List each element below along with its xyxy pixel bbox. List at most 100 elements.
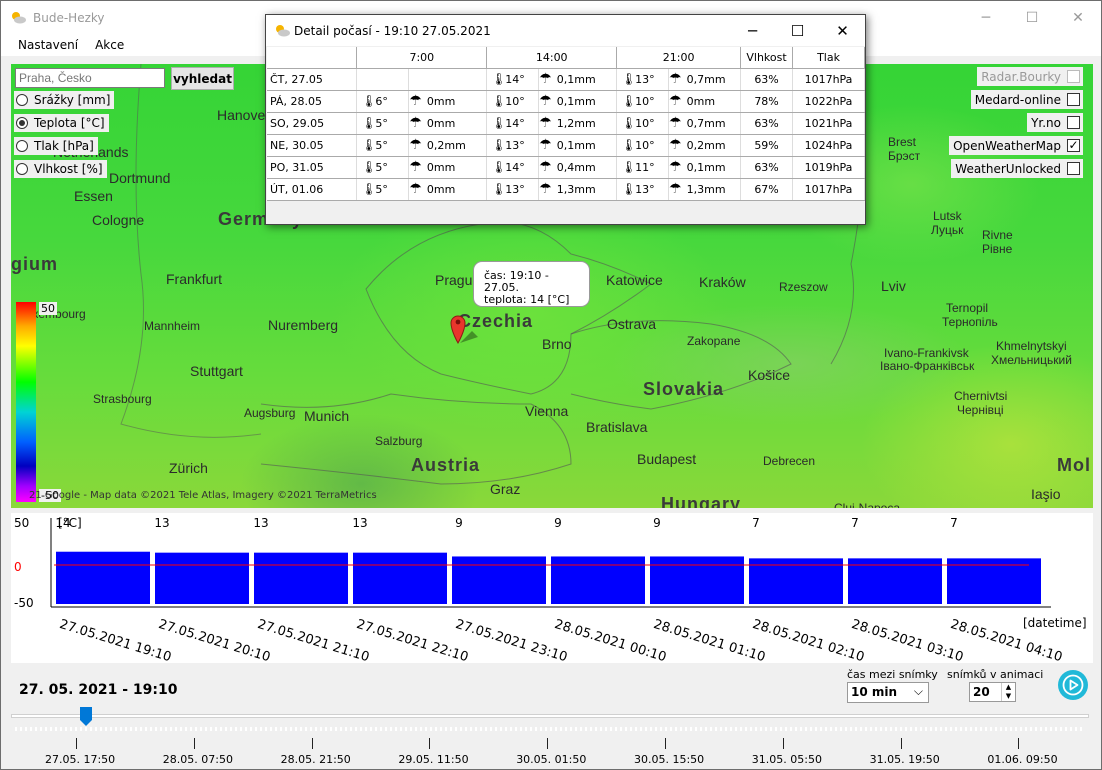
bar-value-label: 7 [752,516,760,530]
umbrella-icon: ☂ [539,114,552,131]
day-cell: ÚT, 01.06 [267,178,358,201]
map-label: gium [11,254,58,274]
temp-cell-value: 14° [505,117,525,130]
radio-indicator [16,94,28,106]
source-openweathermap[interactable]: OpenWeatherMap ✓ [949,136,1083,155]
day-cell-value: NE, 30.05 [270,138,324,152]
sun-cloud-icon [276,25,290,37]
map-label: Budapest [637,451,697,467]
timeline-tick [665,738,666,749]
map-pin-icon[interactable] [450,313,480,345]
map-label: Zakopane [687,334,741,348]
search-button[interactable]: vyhledat [171,67,234,90]
source-radar-bourky[interactable]: Radar.Bourky [977,67,1083,86]
map-label: Ivano-Frankivsk [884,346,969,360]
dialog-title: Detail počasí - 19:10 27.05.2021 [294,23,491,38]
map-label: Ostrava [607,316,657,332]
scale-max-label: 50 [39,302,57,315]
rain-cell: ☂ 1,2mm [538,112,618,135]
timeline-tick [76,738,77,749]
header-humidity: Vlhkost [740,47,794,69]
dialog-minimize-button[interactable]: ─ [730,15,775,46]
minimize-button[interactable]: ─ [963,1,1009,34]
humidity-cell-value: 63% [754,116,779,130]
map-label: Brest [888,135,917,149]
dialog-maximize-button[interactable]: ☐ [775,15,820,46]
play-button[interactable] [1058,670,1088,700]
rain-cell-value: 1,2mm [556,116,596,130]
map-label: Katowice [606,272,663,288]
radio-pressure[interactable]: Tlak [hPa] [14,137,98,155]
map-label: Augsburg [244,406,296,420]
search-input[interactable] [15,68,165,88]
umbrella-icon: ☂ [409,92,422,109]
maximize-button[interactable]: ☐ [1009,1,1055,34]
current-time: 27. 05. 2021 - 19:10 [19,682,178,698]
map-label: Zürich [169,460,208,476]
source-weatherunlocked[interactable]: WeatherUnlocked [951,159,1083,178]
temp-cell-value: 13° [505,139,525,152]
timeline-label: 01.06. 09:50 [987,753,1058,766]
rain-cell: ☂ 0,1mm [538,68,618,91]
radio-precipitation[interactable]: Srážky [mm] [14,91,115,109]
umbrella-icon: ☂ [669,158,682,175]
day-cell: PÁ, 28.05 [267,90,358,113]
rain-cell: ☂ 0,7mm [668,112,742,135]
spinner-arrows-icon[interactable]: ▲ ▼ [1001,683,1015,701]
menu-nastaveni[interactable]: Nastavení [18,38,78,52]
umbrella-icon: ☂ [409,158,422,175]
table-row: SO, 29.05 🌡5° ☂ 0mm 🌡14° ☂ 1,2mm 🌡10° ☂ 0,7mm 63% 1… [267,112,865,135]
chevron-down-icon: ⌵ [913,684,923,698]
timeline-dots [15,727,1085,731]
timeline-label: 31.05. 05:50 [751,753,822,766]
radio-label: Vlhkost [%] [34,162,103,176]
timeline-label: 28.05. 07:50 [162,753,233,766]
humidity-cell: 63% [740,68,794,91]
close-button[interactable]: ✕ [1055,1,1101,34]
temp-cell-value: 6° [375,95,388,108]
source-label: WeatherUnlocked [955,161,1061,176]
main-window: Bude-Hezky ─ ☐ ✕ Nastavení Akce Germany C… [0,0,1102,770]
map-label: Slovakia [643,379,725,399]
bar-value-label: 13 [253,516,268,530]
umbrella-icon: ☂ [539,92,552,109]
radio-temperature[interactable]: Teplota [°C] [14,114,109,132]
temp-cell: 🌡13° [486,178,540,201]
map-label: Khmelnytskyi [996,339,1067,353]
source-label: Radar.Bourky [981,69,1061,84]
source-yr-no[interactable]: Yr.no [1027,113,1083,132]
map-label: Cluj-Napoca [834,501,901,508]
rain-cell: ☂ 0,2mm [408,134,488,157]
window-title: Bude-Hezky [33,10,105,25]
thermometer-icon: 🌡 [491,116,507,130]
frames-spinner[interactable]: 20 ▲ ▼ [969,682,1016,702]
humidity-cell: 63% [740,112,794,135]
map-label: Луцьк [931,223,964,237]
temp-cell: 🌡10° [616,112,670,135]
menu-akce[interactable]: Akce [95,38,124,52]
interval-select[interactable]: 10 min ⌵ [847,682,929,703]
map-label: Košice [748,367,791,383]
map-label: Salzburg [375,434,423,448]
timeline-tick [311,738,313,749]
temp-cell-value: 5° [375,161,388,174]
thermometer-icon: 🌡 [361,116,377,130]
temp-cell-value: 5° [375,183,388,196]
temp-cell-value: 13° [505,183,525,196]
source-medard-online[interactable]: Medard-online [970,90,1083,109]
day-cell-value: ČT, 27.05 [270,72,323,86]
rain-cell-value: 0,1mm [686,160,726,174]
animation-slider-thumb[interactable] [80,707,93,727]
rain-cell-value: 0mm [426,182,456,196]
dialog-title-bar: Detail počasí - 19:10 27.05.2021 ─ ☐ ✕ [266,15,865,46]
bar-value-label: 7 [950,516,958,530]
rain-cell-value: 1,3mm [556,182,596,196]
dialog-close-button[interactable]: ✕ [820,15,865,46]
animation-slider-track[interactable] [11,714,1089,718]
radio-humidity[interactable]: Vlhkost [%] [14,160,107,178]
rain-cell-value: 0mm [426,94,456,108]
temp-cell: 🌡5° [356,112,410,135]
umbrella-icon: ☂ [669,70,682,87]
rain-cell-value: 0mm [686,94,716,108]
radio-label: Tlak [hPa] [34,139,94,153]
